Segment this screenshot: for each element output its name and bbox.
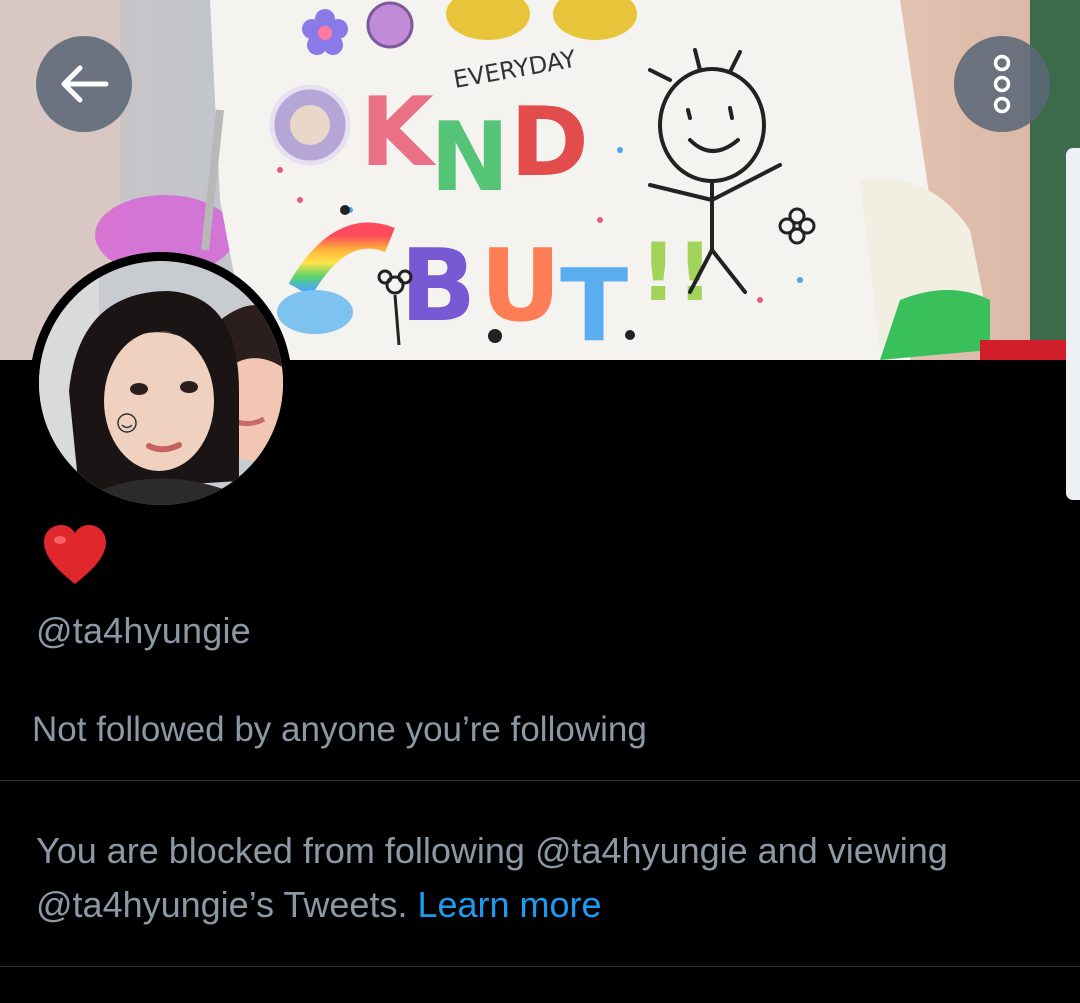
scroll-handle[interactable] xyxy=(1066,148,1080,500)
back-button[interactable] xyxy=(36,36,132,132)
avatar[interactable] xyxy=(30,252,292,514)
svg-text:N: N xyxy=(430,103,510,213)
heart-icon xyxy=(44,525,106,584)
svg-text:B: B xyxy=(400,227,476,344)
arrow-left-icon xyxy=(61,65,109,103)
avatar-image xyxy=(39,261,283,505)
svg-text:D: D xyxy=(510,88,589,198)
blocked-message: You are blocked from following @ta4hyung… xyxy=(36,824,1036,932)
more-options-button[interactable] xyxy=(954,36,1050,132)
divider xyxy=(0,780,1080,781)
learn-more-link[interactable]: Learn more xyxy=(417,884,601,925)
profile-handle: @ta4hyungie xyxy=(36,610,251,651)
svg-text:T: T xyxy=(560,247,628,360)
display-name xyxy=(42,524,108,586)
more-vertical-icon xyxy=(993,54,1011,114)
divider xyxy=(0,966,1080,967)
svg-text:U: U xyxy=(480,227,561,344)
svg-text:K: K xyxy=(360,78,437,188)
followers-you-know-note: Not followed by anyone you’re following xyxy=(32,710,647,749)
